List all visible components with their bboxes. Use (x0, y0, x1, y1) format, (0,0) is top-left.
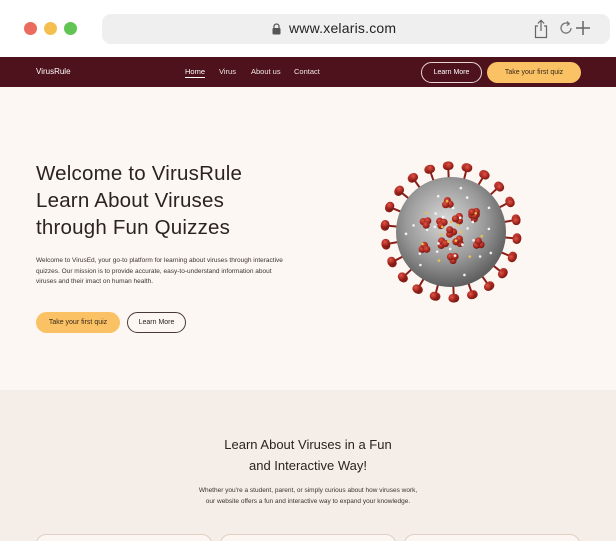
nav-link-virus[interactable]: Virus (219, 67, 236, 76)
minimize-window-button[interactable] (44, 22, 57, 35)
site-navbar: VirusRule Home Virus About us Contact Le… (0, 57, 616, 87)
nav-link-contact[interactable]: Contact (294, 67, 320, 76)
hero-title-line: Welcome to VirusRule (36, 162, 243, 185)
url-text: www.xelaris.com (289, 20, 397, 36)
learn-section: Learn About Viruses in a Fun and Interac… (0, 390, 616, 541)
nav-learn-more-button[interactable]: Learn More (421, 62, 482, 83)
section-title-line: Learn About Viruses in a Fun (224, 437, 392, 452)
reload-icon[interactable] (558, 20, 574, 36)
feature-card[interactable] (220, 534, 396, 541)
hero-title-line: Learn About Viruses (36, 189, 225, 212)
hero-section: Welcome to VirusRule Learn About Viruses… (0, 87, 616, 390)
nav-take-quiz-button[interactable]: Take your first quiz (487, 62, 581, 83)
hero-title-line: through Fun Quizzes (36, 216, 231, 239)
nav-link-about[interactable]: About us (251, 67, 281, 76)
virus-illustration (380, 161, 522, 303)
feature-card[interactable] (404, 534, 580, 541)
brand-logo[interactable]: VirusRule (36, 67, 71, 76)
browser-chrome: www.xelaris.com (0, 0, 616, 57)
section-title: Learn About Viruses in a Fun and Interac… (0, 434, 616, 476)
share-icon[interactable] (533, 19, 549, 39)
address-bar[interactable]: www.xelaris.com (102, 14, 610, 44)
feature-card[interactable] (36, 534, 212, 541)
lock-icon (272, 23, 281, 35)
hero-description: Welcome to VirusEd, your go-to platform … (36, 257, 283, 285)
hero-title: Welcome to VirusRule Learn About Viruses… (36, 160, 336, 241)
section-description-line: Whether you're a student, parent, or sim… (198, 487, 418, 494)
hero-learn-more-button[interactable]: Learn More (127, 312, 186, 333)
section-description: Whether you're a student, parent, or sim… (0, 486, 616, 507)
new-tab-icon[interactable] (574, 19, 592, 37)
hero-take-quiz-button[interactable]: Take your first quiz (36, 312, 120, 333)
nav-link-home[interactable]: Home (185, 67, 206, 78)
section-title-line: and Interactive Way! (248, 458, 367, 473)
close-window-button[interactable] (24, 22, 37, 35)
maximize-window-button[interactable] (64, 22, 77, 35)
section-description-line: our website offers a fun and interactive… (205, 497, 411, 505)
